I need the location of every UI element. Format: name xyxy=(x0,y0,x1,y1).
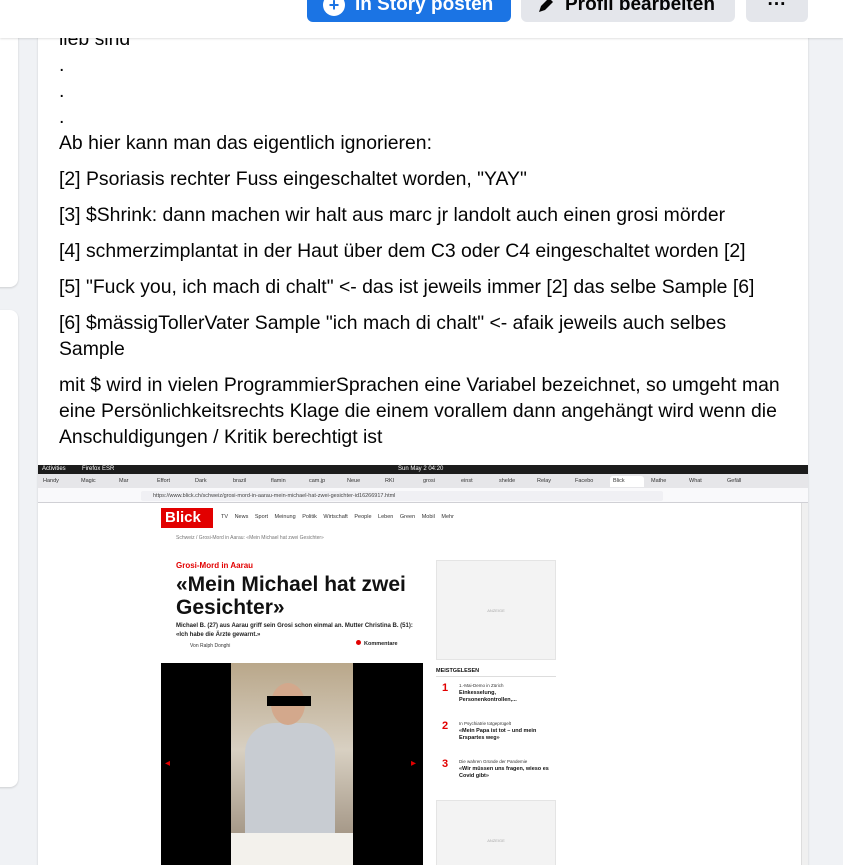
post-to-story-label: In Story posten xyxy=(355,0,494,15)
post-card: lieb sind . . . Ab hier kann man das eig… xyxy=(38,0,808,865)
more-dots-icon: ··· xyxy=(767,0,787,15)
profile-action-bar: + In Story posten Profil bearbeiten ··· xyxy=(0,0,843,38)
browser-tab: einst xyxy=(461,478,473,484)
article-headline: «Mein Michael hat zwei Gesichter» xyxy=(176,573,406,619)
browser-tab: Mar xyxy=(119,478,129,484)
most-read-number: 2 xyxy=(442,720,449,732)
post-line: [2] Psoriasis rechter Fuss eingeschaltet… xyxy=(59,168,527,190)
article-kicker: Grosi-Mord in Aarau xyxy=(176,561,254,570)
post-line: . xyxy=(59,80,65,102)
most-read-item: 3 Die wahren Gründe der Pandemie «Wir mü… xyxy=(436,758,556,788)
clock-label: Sun May 2 04:20 xyxy=(398,466,444,472)
photo-content xyxy=(231,663,353,865)
site-nav-item: Sport xyxy=(254,514,269,520)
site-nav-item: Mobil xyxy=(421,514,435,520)
browser-tab: Dark xyxy=(195,478,207,484)
browser-tab: RKI xyxy=(385,478,395,484)
edit-profile-label: Profil bearbeiten xyxy=(565,0,715,15)
edit-profile-button[interactable]: Profil bearbeiten xyxy=(521,0,735,22)
page-scrollbar xyxy=(801,503,808,865)
article-photo: ◂ ▸ xyxy=(161,663,423,865)
site-nav-item: Mehr xyxy=(441,514,454,520)
article-breadcrumb: Schweiz / Grosi-Mord in Aarau: «Mein Mic… xyxy=(176,535,324,541)
post-line: . xyxy=(59,54,65,76)
browser-label: Firefox ESR xyxy=(82,466,115,472)
article-author: Von Ralph Donghi xyxy=(190,643,231,649)
post-line: mit $ wird in vielen ProgrammierSprachen… xyxy=(59,374,786,448)
site-nav-item: News xyxy=(234,514,249,520)
site-nav-item: TV xyxy=(221,514,229,520)
comments-link: Kommentare xyxy=(356,640,398,647)
post-line: Ab hier kann man das eigentlich ignorier… xyxy=(59,132,432,154)
site-nav-item: Meinung xyxy=(274,514,296,520)
browser-tab: flamin xyxy=(271,478,286,484)
post-image-screenshot[interactable]: Activities Firefox ESR Sun May 2 04:20 H… xyxy=(38,465,808,865)
browser-tab: Gefäll xyxy=(727,478,742,484)
post-line: [6] $mässigTollerVater Sample "ich mach … xyxy=(59,312,732,360)
browser-tab: Mathe xyxy=(651,478,667,484)
person-body xyxy=(245,723,335,843)
chevron-left-icon: ◂ xyxy=(165,758,171,769)
activities-label: Activities xyxy=(42,466,66,472)
browser-tab: Neue xyxy=(347,478,361,484)
site-nav-item: Leben xyxy=(378,514,394,520)
browser-tab: brazil xyxy=(233,478,247,484)
post-line: [3] $Shrink: dann machen wir halt aus ma… xyxy=(59,204,726,226)
browser-tab-strip: Handy Magic Mar Effort Dark brazil flami… xyxy=(38,474,808,488)
site-nav: TV News Sport Meinung Politik Wirtschaft… xyxy=(221,514,459,520)
browser-tab: Effort xyxy=(157,478,171,484)
most-read-number: 3 xyxy=(442,758,449,770)
browser-viewport: Blick TV News Sport Meinung Politik Wirt… xyxy=(38,503,808,865)
ad-placeholder: ANZEIGE xyxy=(436,560,556,660)
most-read-title: MEISTGELESEN xyxy=(436,668,556,677)
site-nav-item: Politik xyxy=(302,514,317,520)
left-sidebar-card xyxy=(0,0,18,287)
pencil-icon xyxy=(539,0,553,12)
plus-circle-icon: + xyxy=(323,0,345,16)
browser-tab: Handy xyxy=(43,478,59,484)
most-read-kicker: In Psychiatrie totgeprügelt xyxy=(459,721,512,726)
browser-url-bar: https://www.blick.ch/schweiz/grosi-mord-… xyxy=(38,488,808,503)
left-sidebar-card xyxy=(0,310,18,787)
most-read-item: 2 In Psychiatrie totgeprügelt «Mein Papa… xyxy=(436,720,556,750)
browser-tab: shelde xyxy=(499,478,516,484)
most-read-kicker: Die wahren Gründe der Pandemie xyxy=(459,759,528,764)
most-read-headline: Einkesselung, Personenkontrollen,... xyxy=(459,690,517,703)
browser-tab: cam.jp xyxy=(309,478,326,484)
blick-logo: Blick xyxy=(161,508,213,528)
browser-tab: grosi xyxy=(423,478,435,484)
ad-placeholder: ANZEIGE xyxy=(436,800,556,865)
post-line: [5] "Fuck you, ich mach di chalt" <- das… xyxy=(59,276,755,298)
most-read-box: MEISTGELESEN 1 1.-Mai-Demo in Zürich Ein… xyxy=(436,668,556,794)
chevron-right-icon: ▸ xyxy=(411,758,417,769)
url-field: https://www.blick.ch/schweiz/grosi-mord-… xyxy=(141,491,663,501)
post-to-story-button[interactable]: + In Story posten xyxy=(307,0,511,22)
site-nav-item: Green xyxy=(399,514,416,520)
article-lead: Michael B. (27) aus Aarau griff sein Gro… xyxy=(176,623,413,638)
site-nav-item: People xyxy=(354,514,372,520)
censor-bar xyxy=(267,696,311,706)
os-top-bar: Activities Firefox ESR Sun May 2 04:20 xyxy=(38,465,808,474)
browser-tab: Relay xyxy=(537,478,552,484)
more-options-button[interactable]: ··· xyxy=(746,0,808,22)
browser-tab-active: Blick xyxy=(610,476,644,487)
most-read-kicker: 1.-Mai-Demo in Zürich xyxy=(459,683,504,688)
browser-tab: What xyxy=(689,478,702,484)
post-line: [4] schmerzimplantat in der Haut über de… xyxy=(59,240,746,262)
most-read-headline: «Wir müssen uns fragen, wieso es Covid g… xyxy=(459,766,549,779)
photo-table xyxy=(231,833,353,865)
most-read-headline: «Mein Papa ist tot – und mein Erspartes … xyxy=(459,728,537,741)
browser-tab: Magic xyxy=(81,478,96,484)
most-read-item: 1 1.-Mai-Demo in Zürich Einkesselung, Pe… xyxy=(436,682,556,712)
post-line: . xyxy=(59,106,65,128)
most-read-number: 1 xyxy=(442,682,449,694)
site-nav-item: Wirtschaft xyxy=(323,514,348,520)
browser-tab: Facebo xyxy=(575,478,594,484)
